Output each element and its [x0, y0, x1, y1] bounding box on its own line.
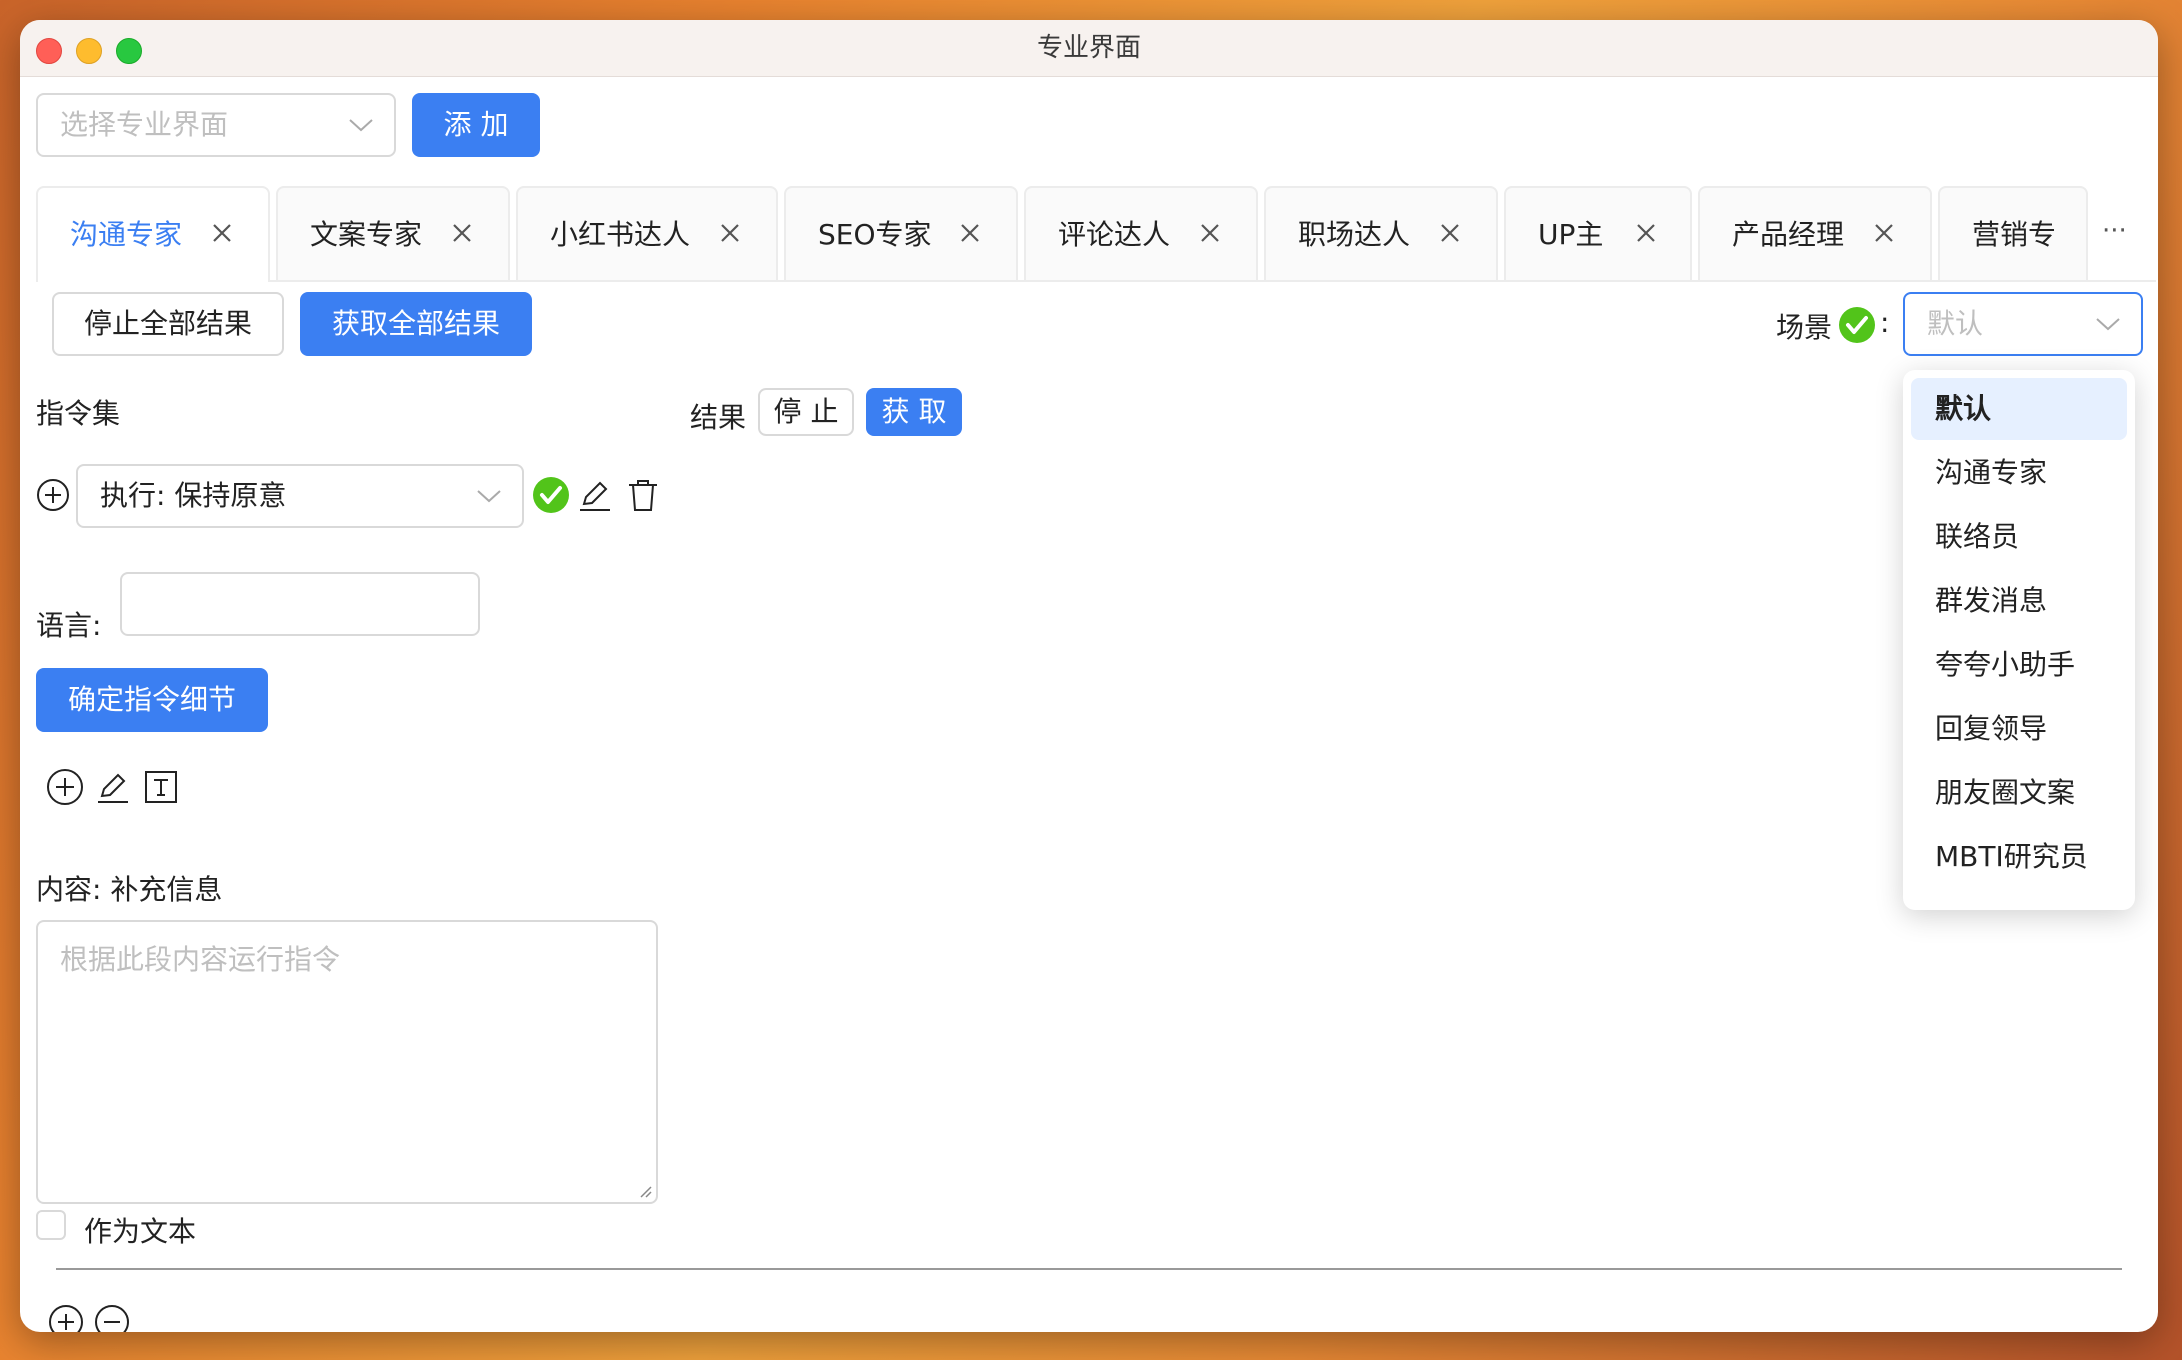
- scene-option-mbti-researcher[interactable]: MBTI研究员: [1911, 826, 2127, 888]
- content-textarea[interactable]: 根据此段内容运行指令: [36, 920, 658, 1204]
- option-label: 沟通专家: [1935, 456, 2048, 489]
- scene-option-group-message[interactable]: 群发消息: [1911, 570, 2127, 632]
- option-label: 联络员: [1935, 520, 2020, 553]
- tab-label: 产品经理: [1732, 218, 1845, 251]
- result-get-button[interactable]: 获 取: [866, 388, 962, 436]
- edit-icon[interactable]: [94, 768, 132, 806]
- tab-communication-expert[interactable]: 沟通专家: [36, 186, 270, 282]
- select-placeholder: 选择专业界面: [60, 108, 229, 141]
- tab-label: 沟通专家: [70, 218, 183, 251]
- tab-bar: 沟通专家 文案专家 小红书达人 SEO专家 评论达人 职场达人 UP主 产品经理…: [36, 186, 2156, 282]
- chevron-down-icon: [349, 119, 373, 132]
- scene-label: 场景: [1776, 311, 1833, 344]
- close-icon[interactable]: [450, 221, 474, 245]
- language-label: 语言:: [36, 609, 102, 642]
- tab-label: 小红书达人: [550, 218, 691, 251]
- confirm-instruction-details-button[interactable]: 确定指令细节: [36, 668, 268, 732]
- chevron-down-icon: [477, 490, 501, 503]
- scene-option-liaison[interactable]: 联络员: [1911, 506, 2127, 568]
- check-circle-icon: [1839, 307, 1875, 343]
- option-label: 夸夸小助手: [1935, 648, 2076, 681]
- chevron-down-icon: [2096, 318, 2120, 331]
- close-icon[interactable]: [1198, 221, 1222, 245]
- tab-marketing-expert[interactable]: 营销专: [1938, 186, 2088, 280]
- content-placeholder: 根据此段内容运行指令: [60, 943, 341, 976]
- tab-label: 文案专家: [310, 218, 423, 251]
- close-icon[interactable]: [958, 221, 982, 245]
- close-icon[interactable]: [1634, 221, 1658, 245]
- tab-label: 营销专: [1972, 218, 2057, 251]
- as-text-label: 作为文本: [84, 1215, 197, 1248]
- scene-colon: :: [1880, 306, 1890, 339]
- tab-label: 评论达人: [1058, 218, 1171, 251]
- add-circle-icon[interactable]: [48, 1304, 84, 1332]
- scene-select-placeholder: 默认: [1927, 307, 1984, 340]
- professional-interface-select[interactable]: 选择专业界面: [36, 93, 396, 157]
- title-bar: 专业界面: [20, 20, 2158, 77]
- add-button[interactable]: 添 加: [412, 93, 540, 157]
- text-box-icon[interactable]: [142, 768, 180, 806]
- tab-xiaohongshu-expert[interactable]: 小红书达人: [516, 186, 778, 280]
- instruction-select[interactable]: 执行: 保持原意: [76, 464, 524, 528]
- tabs-more-button[interactable]: ···: [2102, 186, 2127, 276]
- edit-icon[interactable]: [576, 476, 614, 514]
- result-label: 结果: [690, 401, 747, 434]
- option-label: 回复领导: [1935, 712, 2048, 745]
- scene-option-moments-copy[interactable]: 朋友圈文案: [1911, 762, 2127, 824]
- app-window: 专业界面 选择专业界面 添 加 沟通专家 文案专家 小红书达人 SEO专家 评论…: [20, 20, 2158, 1332]
- divider: [56, 1268, 2122, 1270]
- tab-up-owner[interactable]: UP主: [1504, 186, 1692, 280]
- check-circle-icon: [533, 477, 569, 513]
- add-circle-icon[interactable]: [46, 768, 84, 806]
- scene-option-praise-assistant[interactable]: 夸夸小助手: [1911, 634, 2127, 696]
- add-circle-icon[interactable]: [36, 478, 70, 512]
- tab-product-manager[interactable]: 产品经理: [1698, 186, 1932, 280]
- as-text-checkbox[interactable]: [36, 1210, 66, 1240]
- option-label: 朋友圈文案: [1935, 776, 2076, 809]
- tab-label: SEO专家: [818, 218, 932, 251]
- instruction-set-title: 指令集: [36, 397, 121, 430]
- trash-icon[interactable]: [624, 476, 662, 514]
- close-icon[interactable]: [1438, 221, 1462, 245]
- scene-dropdown-menu: 默认 沟通专家 联络员 群发消息 夸夸小助手 回复领导 朋友圈文案 MBTI研究…: [1903, 370, 2135, 910]
- option-label: MBTI研究员: [1935, 840, 2088, 873]
- resize-handle-icon[interactable]: [638, 1184, 652, 1198]
- scene-option-reply-leader[interactable]: 回复领导: [1911, 698, 2127, 760]
- scene-option-communication-expert[interactable]: 沟通专家: [1911, 442, 2127, 504]
- tab-seo-expert[interactable]: SEO专家: [784, 186, 1018, 280]
- scene-select[interactable]: 默认: [1903, 292, 2143, 356]
- close-icon[interactable]: [1872, 221, 1896, 245]
- option-label: 群发消息: [1935, 584, 2048, 617]
- tab-comment-expert[interactable]: 评论达人: [1024, 186, 1258, 280]
- window-title: 专业界面: [1036, 33, 1141, 63]
- close-icon[interactable]: [718, 221, 742, 245]
- content-label: 内容: 补充信息: [36, 873, 223, 906]
- get-all-results-button[interactable]: 获取全部结果: [300, 292, 532, 356]
- close-icon[interactable]: [210, 221, 234, 245]
- remove-circle-icon[interactable]: [94, 1304, 130, 1332]
- tab-label: UP主: [1538, 218, 1604, 251]
- tab-label: 职场达人: [1298, 218, 1411, 251]
- option-label: 默认: [1935, 392, 1992, 425]
- result-stop-button[interactable]: 停 止: [758, 388, 854, 436]
- tab-workplace-expert[interactable]: 职场达人: [1264, 186, 1498, 280]
- scene-option-default[interactable]: 默认: [1911, 378, 2127, 440]
- stop-all-results-button[interactable]: 停止全部结果: [52, 292, 284, 356]
- tab-copywriting-expert[interactable]: 文案专家: [276, 186, 510, 280]
- language-input[interactable]: [120, 572, 480, 636]
- instruction-select-value: 执行: 保持原意: [100, 479, 287, 512]
